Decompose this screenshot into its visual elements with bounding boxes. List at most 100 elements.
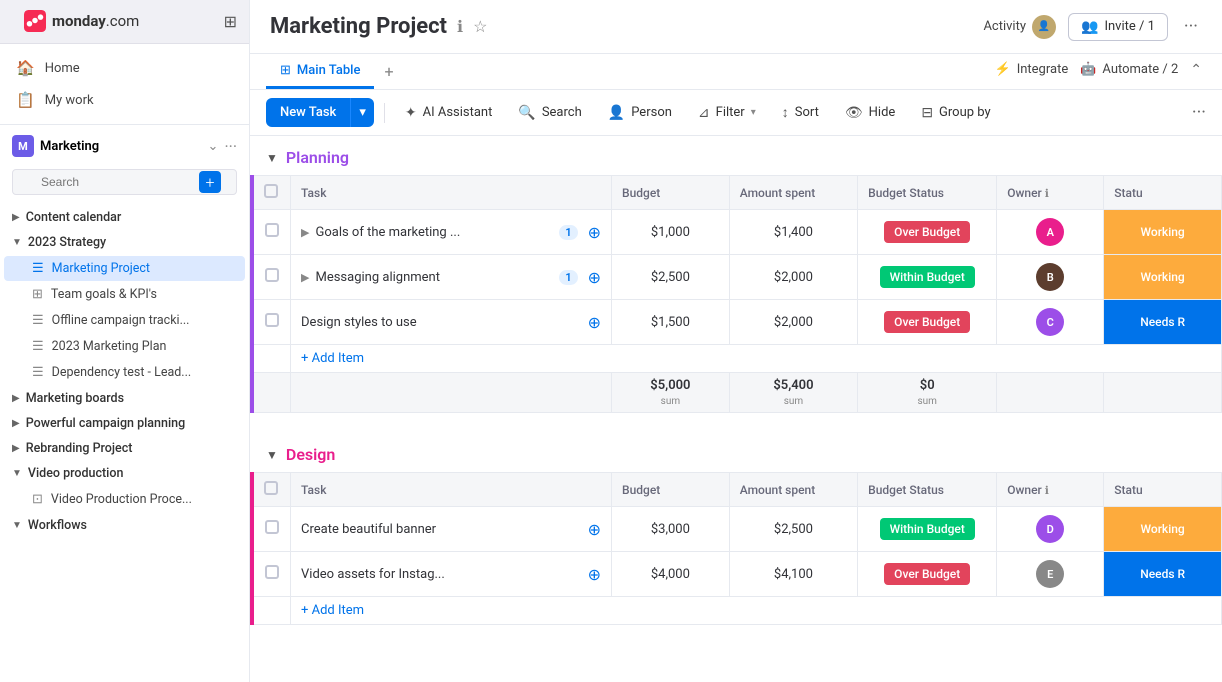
- row-check-2[interactable]: [252, 255, 291, 300]
- sidebar-group-header-powerful-campaign[interactable]: ▶ Powerful campaign planning: [0, 411, 249, 436]
- row-check-1[interactable]: [252, 210, 291, 255]
- design-row-task-1: Create beautiful banner ⊕: [291, 507, 612, 552]
- design-row-checkbox-2[interactable]: [265, 565, 279, 579]
- sidebar-item-marketing-project[interactable]: ☰ Marketing Project: [4, 256, 245, 281]
- activity-avatar: 👤: [1032, 15, 1056, 39]
- budget-status-badge-1: Over Budget: [884, 221, 970, 243]
- sidebar-item-label-dependency-test: Dependency test - Lead...: [52, 365, 192, 380]
- board-icon-2: ☰: [32, 313, 44, 328]
- design-task-add-icon-1[interactable]: ⊕: [588, 520, 601, 539]
- invite-button[interactable]: 👥 Invite / 1: [1068, 13, 1168, 41]
- group-label-content-calendar: Content calendar: [26, 210, 237, 225]
- row-spent-3: $2,000: [729, 300, 857, 345]
- grid-icon[interactable]: ⊞: [224, 12, 237, 31]
- sidebar-group-header-rebranding[interactable]: ▶ Rebranding Project: [0, 436, 249, 461]
- info-icon[interactable]: ℹ: [457, 17, 463, 36]
- design-header-checkbox[interactable]: [264, 481, 278, 495]
- design-row-checkbox-1[interactable]: [265, 520, 279, 534]
- hide-button[interactable]: 👁 Hide: [835, 99, 905, 127]
- task-cell-3: Design styles to use ⊕: [301, 313, 601, 332]
- add-item-label[interactable]: + Add Item: [301, 351, 364, 366]
- sidebar-group-header-marketing-boards[interactable]: ▶ Marketing boards: [0, 386, 249, 411]
- search-button[interactable]: 🔍 Search: [508, 99, 591, 127]
- sort-button[interactable]: ↕ Sort: [772, 98, 829, 127]
- row-checkbox-2[interactable]: [265, 268, 279, 282]
- design-spent-val-1: $2,500: [774, 522, 813, 537]
- design-row-budget-2: $4,000: [612, 552, 730, 597]
- planning-table: Task Budget Amount spent Budget Status O…: [250, 175, 1222, 413]
- person-button[interactable]: 👤 Person: [598, 99, 682, 127]
- sidebar-item-team-goals[interactable]: ⊞ Team goals & KPI's: [4, 282, 245, 307]
- sidebar-item-video-production-proc[interactable]: ⊡ Video Production Proce...: [4, 487, 245, 512]
- design-row-check-1[interactable]: [252, 507, 291, 552]
- workspace-more-icon[interactable]: ···: [224, 137, 237, 156]
- design-col-header-spent: Amount spent: [729, 473, 857, 507]
- table-row: ▶ Messaging alignment 1 ⊕ $2,500 $2,000 …: [252, 255, 1222, 300]
- tab-add-button[interactable]: +: [378, 54, 399, 89]
- task-add-icon-2[interactable]: ⊕: [588, 268, 601, 287]
- automate-icon: 🤖: [1080, 62, 1096, 77]
- person-icon: 👤: [608, 105, 625, 121]
- planning-chevron-icon[interactable]: ▼: [266, 151, 278, 165]
- design-add-item-cell[interactable]: + Add Item: [291, 597, 1222, 625]
- collapse-icon[interactable]: ⌃: [1190, 62, 1202, 78]
- header-more-button[interactable]: ···: [1180, 12, 1202, 41]
- row-task-1: ▶ Goals of the marketing ... 1 ⊕: [291, 210, 612, 255]
- row-checkbox-1[interactable]: [265, 223, 279, 237]
- ai-assistant-button[interactable]: ✦ AI Assistant: [395, 99, 503, 127]
- task-expand-icon-1[interactable]: ▶: [301, 226, 309, 239]
- integrate-button[interactable]: ⚡ Integrate: [995, 62, 1069, 77]
- home-icon: 🏠: [16, 59, 35, 77]
- design-col-task-label: Task: [301, 483, 326, 497]
- sidebar-group-header-video-production[interactable]: ▼ Video production: [0, 461, 249, 486]
- task-add-icon-1[interactable]: ⊕: [588, 223, 601, 242]
- workspace-chevron-icon[interactable]: ⌄: [208, 139, 219, 154]
- sidebar-add-button[interactable]: +: [199, 171, 221, 193]
- sidebar-item-home[interactable]: 🏠 Home: [0, 52, 249, 84]
- sum-budget-label: sum: [661, 396, 680, 407]
- new-task-chevron-icon[interactable]: ▾: [350, 98, 374, 127]
- row-budget-2: $2,500: [612, 255, 730, 300]
- toolbar-more-button[interactable]: ···: [1192, 102, 1206, 123]
- col-header-budget-status: Budget Status: [858, 176, 997, 210]
- project-title-row: Marketing Project ℹ ☆: [270, 14, 487, 51]
- sidebar-group-2023-strategy: ▼ 2023 Strategy ☰ Marketing Project ⊞ Te…: [0, 230, 249, 385]
- design-chevron-icon[interactable]: ▼: [266, 448, 278, 462]
- col-header-spent: Amount spent: [729, 176, 857, 210]
- planning-group-title[interactable]: Planning: [286, 148, 349, 167]
- automate-button[interactable]: 🤖 Automate / 2: [1080, 62, 1178, 77]
- design-group-title[interactable]: Design: [286, 445, 335, 464]
- activity-button[interactable]: Activity 👤: [983, 15, 1056, 39]
- design-add-item-label[interactable]: + Add Item: [301, 603, 364, 618]
- row-checkbox-3[interactable]: [265, 313, 279, 327]
- table-row: Create beautiful banner ⊕ $3,000 $2,500 …: [252, 507, 1222, 552]
- design-row-owner-1: D: [997, 507, 1104, 552]
- header-checkbox[interactable]: [264, 184, 278, 198]
- sidebar-group-header-workflows[interactable]: ▼ Workflows: [0, 513, 249, 538]
- row-check-3[interactable]: [252, 300, 291, 345]
- sidebar-item-dependency-test[interactable]: ☰ Dependency test - Lead...: [4, 360, 245, 385]
- sidebar-group-header-content-calendar[interactable]: ▶ Content calendar: [0, 205, 249, 230]
- sidebar-search-wrap: 🔍 +: [12, 169, 237, 195]
- design-task-add-icon-2[interactable]: ⊕: [588, 565, 601, 584]
- group-by-button[interactable]: ⊟ Group by: [911, 99, 1000, 127]
- row-task-2: ▶ Messaging alignment 1 ⊕: [291, 255, 612, 300]
- ai-assistant-label: AI Assistant: [423, 105, 493, 120]
- sidebar-item-mywork[interactable]: 📋 My work: [0, 84, 249, 116]
- design-table: Task Budget Amount spent Budget Status O…: [250, 472, 1222, 625]
- app-name-label: monday.com: [52, 12, 139, 30]
- sidebar-item-offline-campaign[interactable]: ☰ Offline campaign tracki...: [4, 308, 245, 333]
- group-label-powerful-campaign: Powerful campaign planning: [26, 416, 237, 431]
- task-add-icon-3[interactable]: ⊕: [588, 313, 601, 332]
- sidebar-group-header-2023-strategy[interactable]: ▼ 2023 Strategy: [0, 230, 249, 255]
- new-task-button[interactable]: New Task ▾: [266, 98, 374, 127]
- add-item-cell[interactable]: + Add Item: [291, 345, 1222, 373]
- task-expand-icon-2[interactable]: ▶: [301, 271, 309, 284]
- filter-button[interactable]: ⊿ Filter ▾: [688, 99, 766, 127]
- star-icon[interactable]: ☆: [473, 17, 487, 36]
- tab-main-table[interactable]: ⊞ Main Table: [266, 55, 374, 89]
- design-row-check-2[interactable]: [252, 552, 291, 597]
- row-budget-status-2: Within Budget: [858, 255, 997, 300]
- sidebar-item-label-marketing-project: Marketing Project: [52, 261, 150, 276]
- sidebar-item-2023-marketing-plan[interactable]: ☰ 2023 Marketing Plan: [4, 334, 245, 359]
